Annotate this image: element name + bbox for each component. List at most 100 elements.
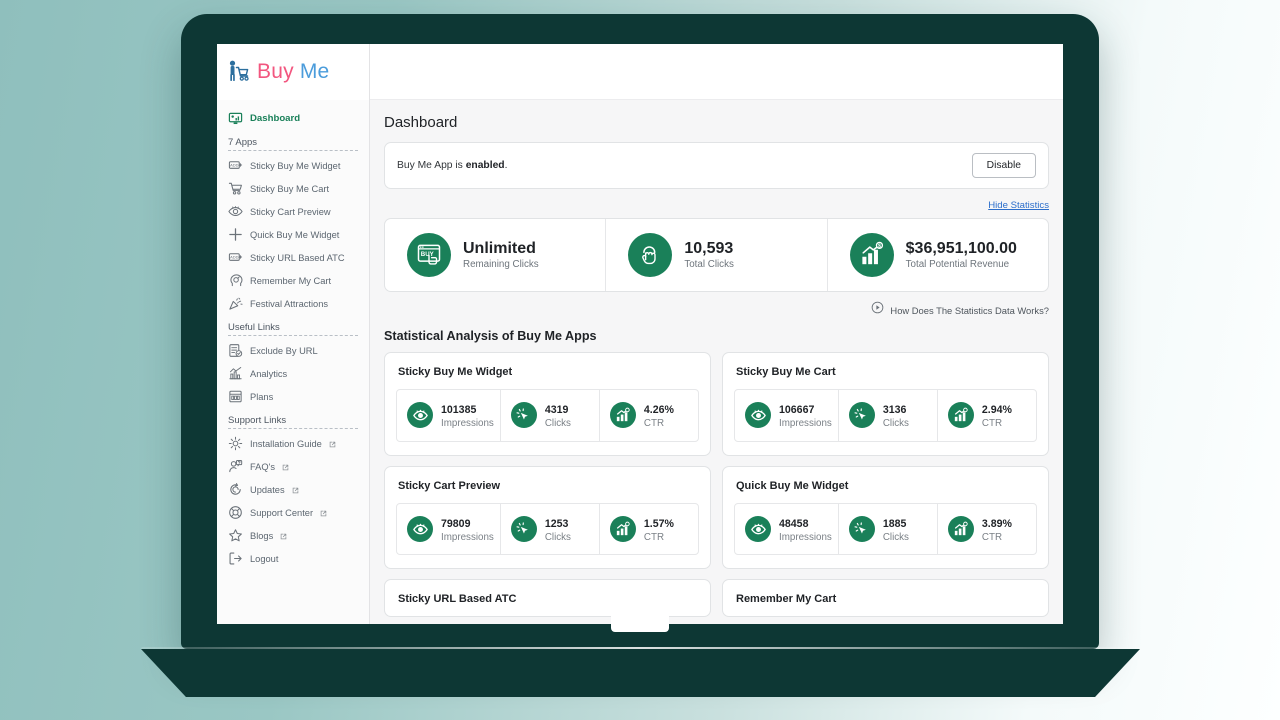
metric-row: 101385 Impressions 4319 Clicks 4.26%CTR: [396, 389, 699, 442]
shopping-cart-icon: [228, 181, 243, 196]
sidebar-item-dashboard[interactable]: Dashboard: [217, 107, 369, 130]
sidebar-item-logout[interactable]: Logout: [217, 547, 369, 570]
buy-widget-click-icon: BUY: [407, 233, 451, 277]
summary-stat-card: $$36,951,100.00Total Potential Revenue: [828, 219, 1048, 291]
metric-ctr: 4.26%CTR: [600, 390, 698, 441]
metric-value: 106667: [779, 404, 814, 416]
how-statistics-work-label[interactable]: How Does The Statistics Data Works?: [890, 305, 1049, 316]
sidebar-group-heading: Useful Links: [228, 315, 358, 336]
sidebar: Buy Me Dashboard: [217, 44, 370, 624]
summary-stat-value: 10,593: [684, 240, 733, 257]
hide-statistics-link[interactable]: Hide Statistics: [988, 200, 1049, 211]
external-link-icon: [329, 440, 336, 447]
app-statistics-grid: Sticky Buy Me Widget 101385 Impressions 431…: [384, 352, 1049, 617]
sidebar-item-quick-buy-me-widget[interactable]: Quick Buy Me Widget: [217, 223, 369, 246]
metric-label: Clicks: [545, 532, 571, 545]
shopper-with-cart-icon: [225, 59, 251, 85]
sidebar-group-heading: Support Links: [228, 408, 358, 429]
brand-word-me: Me: [300, 60, 330, 83]
sidebar-item-sticky-buy-me-widget[interactable]: ADD Sticky Buy Me Widget: [217, 154, 369, 177]
sidebar-item-analytics[interactable]: Analytics: [217, 362, 369, 385]
plus-icon: [228, 227, 243, 242]
summary-stat-label: Remaining Clicks: [463, 259, 539, 272]
logout-arrow-icon: [228, 551, 243, 566]
external-link-icon: [280, 532, 287, 539]
ctr-icon: [948, 402, 974, 428]
sidebar-item-faq-s[interactable]: FAQ's: [217, 455, 369, 478]
sidebar-item-festival-attractions[interactable]: Festival Attractions: [217, 292, 369, 315]
sidebar-item-sticky-url-based-atc[interactable]: ADDSticky URL Based ATC: [217, 246, 369, 269]
app-status-banner: Buy Me App is enabled. Disable: [384, 142, 1049, 189]
svg-text:ADD: ADD: [230, 255, 238, 260]
sidebar-item-blogs[interactable]: Blogs: [217, 524, 369, 547]
sidebar-item-sticky-cart-preview[interactable]: Sticky Cart Preview: [217, 200, 369, 223]
metric-label: CTR: [644, 532, 674, 545]
sidebar-item-label: Logout: [250, 554, 278, 564]
summary-stat-card: BUYUnlimitedRemaining Clicks: [385, 219, 606, 291]
sidebar-item-label: Festival Attractions: [250, 299, 328, 309]
app-card-title: Remember My Cart: [723, 580, 1048, 616]
page-title: Dashboard: [384, 114, 1049, 131]
metric-value: 3.89%: [982, 518, 1012, 530]
sidebar-item-label: Analytics: [250, 369, 287, 379]
metric-value: 2.94%: [982, 404, 1012, 416]
add-to-cart-badge-icon: ADD: [228, 158, 243, 173]
metric-value: 101385: [441, 404, 476, 416]
metric-clicks: 3136Clicks: [839, 390, 938, 441]
app-card-title: Quick Buy Me Widget: [723, 467, 1048, 503]
sidebar-item-updates[interactable]: Updates: [217, 478, 369, 501]
app-statistics-card: Remember My Cart: [722, 579, 1049, 617]
brand-name: Buy Me: [257, 60, 329, 84]
brand-word-buy: Buy: [257, 60, 294, 83]
application-window: Buy Me Dashboard: [217, 44, 1063, 624]
metric-value: 1.57%: [644, 518, 674, 530]
summary-stat-card: 10,593Total Clicks: [606, 219, 827, 291]
metric-label: Clicks: [545, 418, 571, 431]
sidebar-item-remember-my-cart[interactable]: Remember My Cart: [217, 269, 369, 292]
sidebar-item-support-center[interactable]: Support Center: [217, 501, 369, 524]
impressions-icon: [407, 516, 433, 542]
sidebar-item-plans[interactable]: Plans: [217, 385, 369, 408]
laptop-frame: Buy Me Dashboard: [181, 14, 1099, 649]
metric-value: 1885: [883, 518, 907, 530]
add-to-cart-badge-icon: ADD: [228, 250, 243, 265]
how-statistics-work-row[interactable]: How Does The Statistics Data Works?: [384, 301, 1049, 319]
metric-label: Impressions: [441, 418, 494, 431]
sidebar-item-label: Plans: [250, 392, 273, 402]
checklist-icon: [228, 343, 243, 358]
metric-ctr: 3.89% CTR: [938, 504, 1036, 555]
sidebar-item-installation-guide[interactable]: Installation Guide: [217, 432, 369, 455]
metric-ctr: 1.57% CTR: [600, 504, 698, 555]
metric-clicks: 1885 Clicks: [839, 504, 938, 555]
bar-chart-icon: [228, 366, 243, 381]
content-scroll-area[interactable]: Dashboard Buy Me App is enabled. Disable…: [370, 100, 1063, 624]
sidebar-item-label: Updates: [250, 485, 285, 495]
app-statistics-card: Sticky Buy Me Widget 101385 Impressions 431…: [384, 352, 711, 456]
external-link-icon: [292, 486, 299, 493]
svg-text:BUY: BUY: [421, 251, 434, 258]
sidebar-item-exclude-by-url[interactable]: Exclude By URL: [217, 339, 369, 362]
ctr-icon: [610, 402, 636, 428]
sidebar-item-sticky-buy-me-cart[interactable]: Sticky Buy Me Cart: [217, 177, 369, 200]
sidebar-item-label: Blogs: [250, 531, 273, 541]
app-card-title: Sticky Buy Me Widget: [385, 353, 710, 389]
metric-label: CTR: [982, 532, 1012, 545]
metric-value: 4319: [545, 404, 569, 416]
metric-label: Clicks: [883, 532, 909, 545]
sidebar-nav: Dashboard 7 AppsADDSticky Buy Me WidgetS…: [217, 100, 369, 570]
star-icon: [228, 528, 243, 543]
brand-logo[interactable]: Buy Me: [217, 44, 369, 100]
metric-ctr: 2.94% CTR: [938, 390, 1036, 441]
app-card-title: Sticky Cart Preview: [385, 467, 710, 503]
disable-button[interactable]: Disable: [972, 153, 1036, 178]
status-value: enabled: [466, 160, 505, 171]
main-area: Dashboard Buy Me App is enabled. Disable…: [370, 44, 1063, 624]
metric-label: CTR: [982, 418, 1012, 431]
summary-stat-label: Total Potential Revenue: [906, 259, 1017, 272]
clicks-icon: [511, 402, 537, 428]
ctr-icon: [948, 516, 974, 542]
sidebar-item-label: Sticky Buy Me Widget: [250, 161, 340, 171]
impressions-icon: [407, 402, 433, 428]
metric-impressions: 106667Impressions: [735, 390, 839, 441]
metric-row: 106667Impressions3136Clicks 2.94% CTR: [734, 389, 1037, 442]
